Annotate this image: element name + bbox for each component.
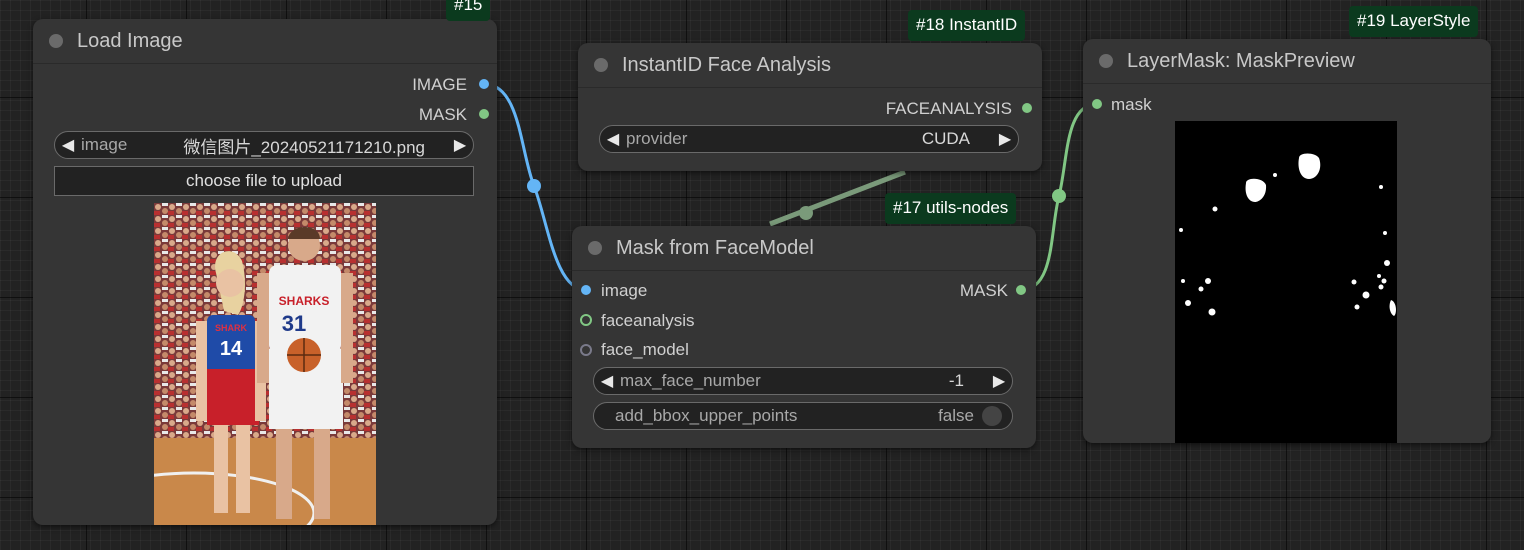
widget-name: provider xyxy=(626,129,688,148)
node-badge: #18 InstantID xyxy=(908,10,1026,41)
collapse-dot-icon[interactable] xyxy=(1099,54,1113,68)
node-title: InstantID Face Analysis xyxy=(622,53,831,76)
collapse-dot-icon[interactable] xyxy=(588,241,602,255)
widget-value: 微信图片_20240521171210.png xyxy=(183,137,425,157)
face-analysis-node[interactable]: InstantID Face Analysis FACEANALYSIS ◀ p… xyxy=(578,43,1042,171)
input-slot-face-model-icon[interactable] xyxy=(580,344,592,356)
node-badge: #17 utils-nodes xyxy=(885,193,1017,224)
output-slot-mask-icon[interactable] xyxy=(1016,285,1026,295)
node-title: Mask from FaceModel xyxy=(616,236,814,259)
max-face-number-widget[interactable]: ◀ max_face_number -1 ▶ xyxy=(593,367,1013,395)
output-slot-faceanalysis-icon[interactable] xyxy=(1022,103,1032,113)
output-label-faceanalysis: FACEANALYSIS xyxy=(885,99,1012,118)
node-badge: #19 LayerStyle xyxy=(1349,6,1479,37)
preview-jersey-right-number: 31 xyxy=(282,311,306,336)
output-label-image: IMAGE xyxy=(412,75,467,94)
image-select-widget[interactable]: ◀ image 微信图片_20240521171210.png ▶ xyxy=(54,131,474,159)
input-slot-mask-icon[interactable] xyxy=(1092,99,1102,109)
output-slot-image-icon[interactable] xyxy=(479,79,489,89)
collapse-dot-icon[interactable] xyxy=(594,58,608,72)
input-label-image: image xyxy=(601,281,648,300)
upload-button[interactable]: choose file to upload xyxy=(54,166,474,196)
widget-value: CUDA xyxy=(921,129,970,148)
widget-value: -1 xyxy=(948,371,964,390)
preview-jersey-left-number: 14 xyxy=(220,338,243,360)
link-faceanalysis-midpoint[interactable] xyxy=(799,206,813,220)
node-header[interactable]: InstantID Face Analysis xyxy=(578,43,1042,88)
node-title: LayerMask: MaskPreview xyxy=(1127,49,1355,72)
node-header[interactable]: LayerMask: MaskPreview xyxy=(1083,39,1491,84)
toggle-knob-icon[interactable] xyxy=(982,406,1002,426)
widget-name: add_bbox_upper_points xyxy=(615,406,798,425)
add-bbox-toggle-widget[interactable]: add_bbox_upper_points false xyxy=(593,402,1013,430)
arrow-right-icon[interactable]: ▶ xyxy=(986,371,1012,391)
output-label-mask: MASK xyxy=(959,281,1008,300)
provider-select-widget[interactable]: ◀ provider CUDA ▶ xyxy=(599,125,1019,153)
arrow-left-icon[interactable]: ◀ xyxy=(594,371,620,391)
image-preview: SHARK 14 SHARKS 31 xyxy=(154,203,376,525)
arrow-left-icon[interactable]: ◀ xyxy=(600,129,626,149)
input-label-mask: mask xyxy=(1111,95,1152,114)
collapse-dot-icon[interactable] xyxy=(49,34,63,48)
load-image-node[interactable]: Load Image IMAGE MASK ◀ image 微信图片_20240… xyxy=(33,19,497,525)
output-slot-mask-icon[interactable] xyxy=(479,109,489,119)
output-label-mask: MASK xyxy=(418,105,467,124)
arrow-left-icon[interactable]: ◀ xyxy=(55,135,81,155)
input-slot-image-icon[interactable] xyxy=(581,285,591,295)
link-image-midpoint[interactable] xyxy=(527,179,541,193)
arrow-right-icon[interactable]: ▶ xyxy=(992,129,1018,149)
widget-name: image xyxy=(81,135,128,154)
input-label-face-model: face_model xyxy=(601,340,689,359)
node-header[interactable]: Mask from FaceModel xyxy=(572,226,1036,271)
widget-value: false xyxy=(938,406,974,425)
mask-preview-image xyxy=(1175,121,1397,443)
widget-name: max_face_number xyxy=(620,371,761,390)
link-mask-midpoint[interactable] xyxy=(1052,189,1066,203)
input-label-faceanalysis: faceanalysis xyxy=(601,311,695,330)
mask-from-facemodel-node[interactable]: Mask from FaceModel image faceanalysis f… xyxy=(572,226,1036,448)
node-badge: #15 xyxy=(446,0,491,21)
preview-jersey-right-text: SHARKS xyxy=(279,294,330,308)
mask-preview-node[interactable]: LayerMask: MaskPreview mask xyxy=(1083,39,1491,443)
arrow-right-icon[interactable]: ▶ xyxy=(447,135,473,155)
preview-jersey-left-text: SHARK xyxy=(215,323,248,333)
node-header[interactable]: Load Image xyxy=(33,19,497,64)
node-title: Load Image xyxy=(77,29,183,52)
input-slot-faceanalysis-icon[interactable] xyxy=(580,314,592,326)
